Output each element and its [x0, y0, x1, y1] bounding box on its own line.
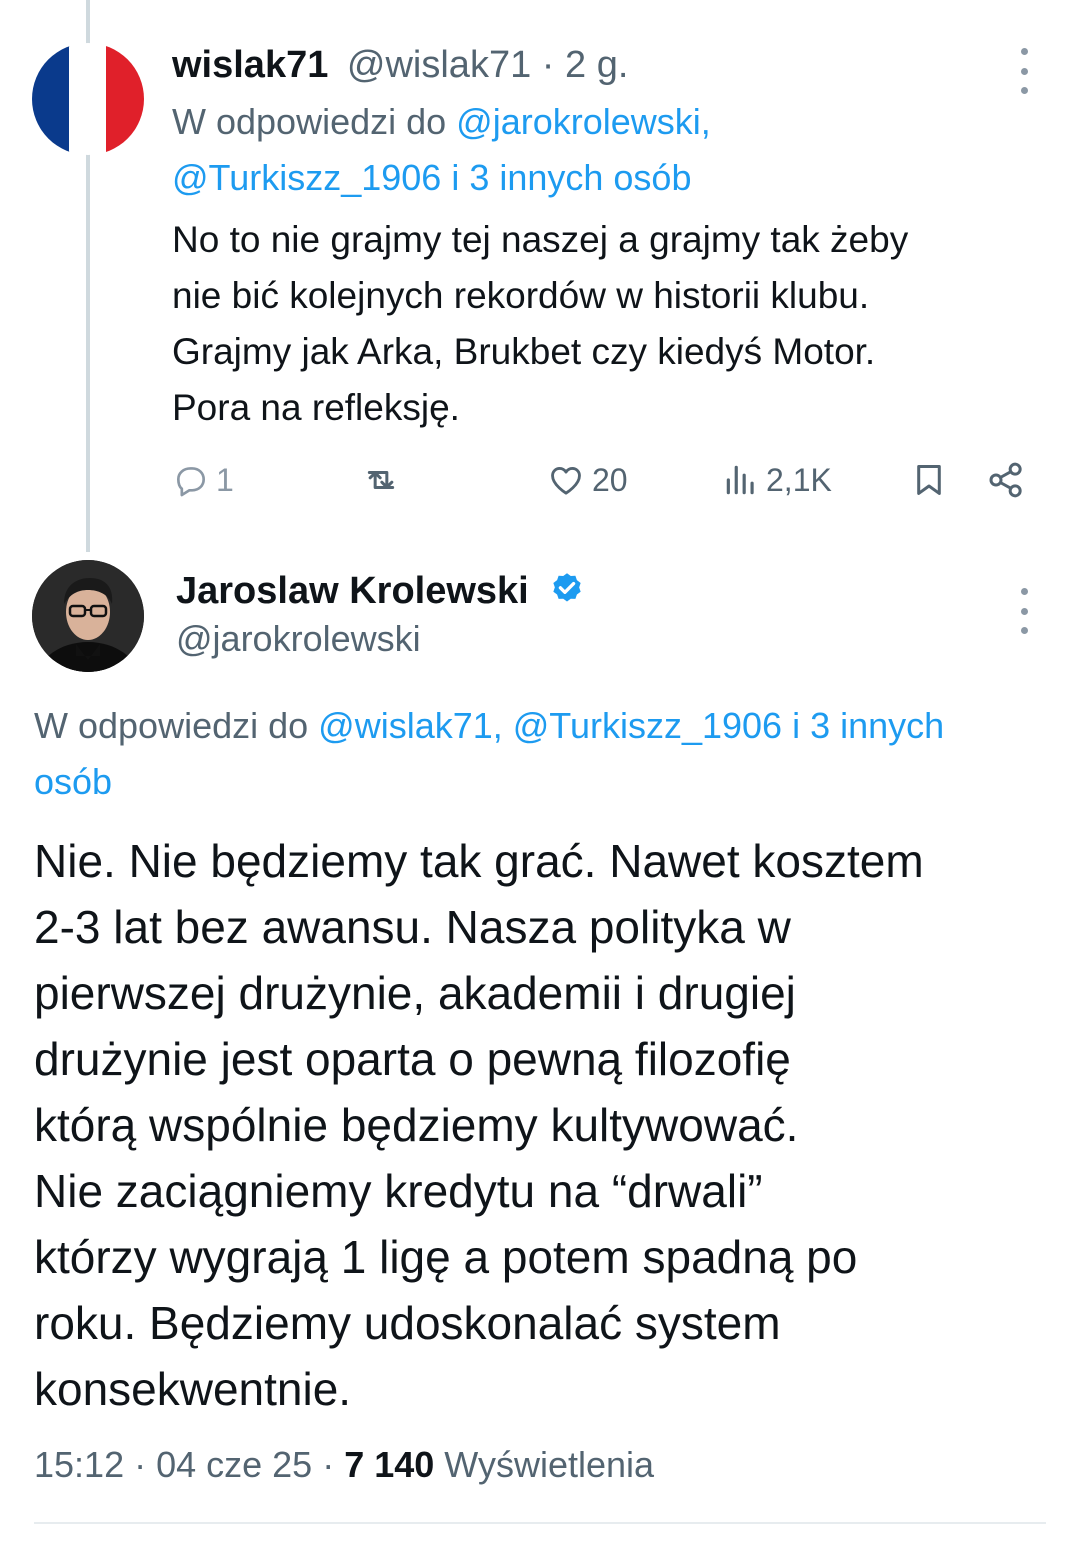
- text-line: 2-3 lat bez awansu. Nasza polityka w: [34, 901, 791, 953]
- bookmark-icon: [917, 465, 941, 495]
- text-line: No to nie grajmy tej naszej a grajmy tak…: [172, 219, 909, 260]
- like-button[interactable]: 20: [546, 455, 628, 505]
- reply-to-line-2: osób: [34, 754, 1064, 810]
- main-tweet: Jaroslaw Krolewski @jarokrolewski W odpo…: [0, 552, 1080, 1542]
- text-line: roku. Będziemy udoskonalać system: [34, 1297, 781, 1349]
- reply-icon: [176, 467, 206, 497]
- views-count: 2,1K: [766, 461, 832, 498]
- reply-context: W odpowiedzi do @jarokrolewski, @Turkisz…: [172, 94, 1052, 206]
- reply-to-line-1: W odpowiedzi do @wislak71, @Turkiszz_190…: [34, 698, 1064, 754]
- text-line: Nie. Nie będziemy tak grać. Nawet koszte…: [34, 835, 924, 887]
- reply-mentions-link[interactable]: @wislak71, @Turkiszz_1906 i 3 innych: [318, 705, 944, 746]
- more-icon[interactable]: [1014, 588, 1034, 634]
- author-name[interactable]: wislak71: [172, 44, 328, 86]
- avatar-jarokrolewski[interactable]: [32, 560, 144, 672]
- avatar-wislak71[interactable]: [32, 43, 144, 155]
- main-tweet-text: Nie. Nie będziemy tak grać. Nawet koszte…: [34, 828, 1064, 1422]
- text-line: konsekwentnie.: [34, 1363, 352, 1415]
- action-bar: 1 20 2,1K: [172, 455, 1042, 505]
- main-reply-context: W odpowiedzi do @wislak71, @Turkiszz_190…: [34, 698, 1064, 810]
- meta-separator: ·: [531, 44, 565, 86]
- share-button[interactable]: [986, 455, 1026, 505]
- tweet-timestamp[interactable]: 15:12 · 04 cze 25 · 7 140 Wyświetlenia: [34, 1440, 654, 1490]
- reply-button[interactable]: 1: [172, 455, 234, 505]
- views-icon: [726, 465, 754, 495]
- reply-to-line-2: @Turkiszz_1906 i 3 innych osób: [172, 150, 1052, 206]
- text-line: Nie zaciągniemy kredytu na “drwali”: [34, 1165, 763, 1217]
- text-line: Grajmy jak Arka, Brukbet czy kiedyś Moto…: [172, 331, 876, 372]
- reply-tweet-text: No to nie grajmy tej naszej a grajmy tak…: [172, 212, 1052, 436]
- text-line: którzy wygrają 1 ligę a potem spadną po: [34, 1231, 858, 1283]
- divider: [34, 1522, 1046, 1524]
- reply-prefix: W odpowiedzi do: [172, 101, 457, 142]
- reply-mentions-more-link[interactable]: @Turkiszz_1906 i 3 innych osób: [172, 157, 691, 198]
- text-line: nie bić kolejnych rekordów w historii kl…: [172, 275, 870, 316]
- reply-mentions-link[interactable]: @jarokrolewski,: [456, 101, 711, 142]
- main-author-name-row: Jaroslaw Krolewski: [176, 568, 585, 614]
- tweet-time[interactable]: 2 g.: [565, 44, 628, 86]
- reply-mentions-more-link[interactable]: osób: [34, 761, 112, 802]
- bookmark-button[interactable]: [910, 455, 948, 505]
- view-count: 7 140: [344, 1444, 435, 1485]
- reply-count: 1: [216, 461, 234, 498]
- more-icon[interactable]: [1014, 48, 1034, 94]
- share-icon: [989, 462, 1022, 498]
- france-flag-avatar-icon: [32, 43, 144, 155]
- verified-badge-icon: [553, 573, 581, 602]
- reply-prefix: W odpowiedzi do: [34, 705, 319, 746]
- main-author-handle[interactable]: @jarokrolewski: [176, 616, 421, 662]
- profile-photo-icon: [32, 560, 144, 672]
- timestamp-date[interactable]: 15:12 · 04 cze 25 ·: [34, 1444, 344, 1485]
- reply-to-line-1: W odpowiedzi do @jarokrolewski,: [172, 94, 1052, 150]
- retweet-icon: [367, 471, 395, 489]
- text-line: którą wspólnie będziemy kultywować.: [34, 1099, 799, 1151]
- author-name[interactable]: Jaroslaw Krolewski: [176, 570, 529, 612]
- like-count: 20: [592, 461, 628, 498]
- views-button[interactable]: 2,1K: [722, 455, 832, 505]
- reply-tweet[interactable]: wislak71 @wislak71 · 2 g. W odpowiedzi d…: [0, 0, 1080, 552]
- text-line: Pora na refleksję.: [172, 387, 460, 428]
- author-handle[interactable]: @wislak71: [347, 44, 531, 86]
- heart-icon: [551, 467, 581, 495]
- text-line: pierwszej drużynie, akademii i drugiej: [34, 967, 796, 1019]
- reply-author-row: wislak71 @wislak71 · 2 g.: [172, 42, 628, 88]
- text-line: drużynie jest oparta o pewną filozofię: [34, 1033, 791, 1085]
- retweet-button[interactable]: [360, 455, 408, 505]
- views-label: Wyświetlenia: [434, 1444, 655, 1485]
